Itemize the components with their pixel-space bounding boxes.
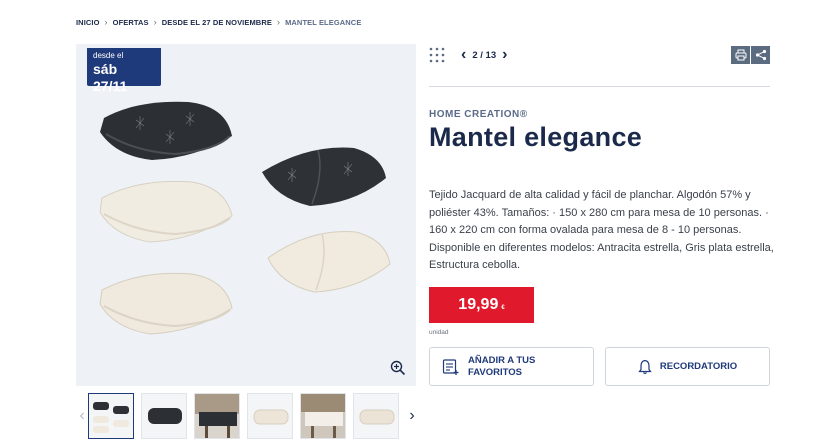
- zoom-in-icon[interactable]: [390, 360, 406, 376]
- breadcrumb-current: MANTEL ELEGANCE: [285, 17, 362, 27]
- product-main-image[interactable]: desde el sáb 27/11: [76, 44, 416, 386]
- price-value: 19,99: [458, 296, 499, 313]
- chevron-left-icon[interactable]: ‹: [76, 407, 88, 425]
- breadcrumb-separator-icon: ›: [104, 17, 108, 27]
- thumbnail-6[interactable]: [353, 393, 399, 439]
- thumbnail-2-image: [142, 394, 186, 438]
- tool-buttons: [731, 46, 770, 64]
- image-pager: ‹ 2 / 13 ›: [461, 47, 507, 63]
- price-box: 19,99 €: [429, 287, 534, 323]
- thumbnail-6-image: [354, 394, 398, 438]
- tablecloth-cream-structure-image: [99, 272, 233, 335]
- thumbnail-strip: ‹ ›: [76, 391, 421, 441]
- chevron-right-icon[interactable]: ›: [502, 47, 507, 63]
- share-button[interactable]: [751, 46, 770, 64]
- product-title: Mantel elegance: [429, 122, 643, 152]
- breadcrumb-separator-icon: ›: [153, 17, 157, 27]
- product-brand: HOME CREATION®: [429, 109, 528, 120]
- tablecloth-cream-folded-image: [99, 180, 233, 243]
- price-currency: €: [501, 305, 505, 311]
- breadcrumb-separator-icon: ›: [276, 17, 281, 27]
- tablecloth-cream-oval-image: [267, 231, 391, 293]
- bell-icon: [638, 359, 652, 374]
- section-divider: [429, 86, 770, 87]
- breadcrumb-item-inicio[interactable]: INICIO: [76, 18, 100, 27]
- thumbnail-1-image: [89, 394, 133, 438]
- thumbnail-4-image: [248, 394, 292, 438]
- tablecloth-dark-small-image: [262, 147, 386, 206]
- breadcrumb-item-ofertas[interactable]: OFERTAS: [113, 18, 149, 27]
- thumbnail-2[interactable]: [141, 393, 187, 439]
- print-button[interactable]: [731, 46, 750, 64]
- thumbnail-5[interactable]: [300, 393, 346, 439]
- price-unit: unidad: [429, 329, 449, 336]
- chevron-right-icon[interactable]: ›: [406, 407, 418, 425]
- product-description: Tejido Jacquard de alta calidad y fácil …: [429, 189, 774, 271]
- thumbnail-1[interactable]: [88, 393, 134, 439]
- print-icon: [735, 49, 746, 61]
- breadcrumb: INICIO › OFERTAS › DESDE EL 27 DE NOVIEM…: [76, 17, 361, 27]
- add-to-favorites-button[interactable]: AÑADIR A TUS FAVORITOS: [429, 347, 594, 386]
- tablecloth-dark-large-image: [100, 101, 232, 160]
- date-badge-date: sáb 27/11: [93, 61, 128, 94]
- chevron-left-icon[interactable]: ‹: [461, 47, 466, 63]
- thumbnail-5-image: [301, 394, 345, 438]
- add-to-favorites-label: AÑADIR A TUS FAVORITOS: [468, 354, 536, 378]
- reminder-button[interactable]: RECORDATORIO: [605, 347, 770, 386]
- gallery-toolbar: ‹ 2 / 13 ›: [429, 44, 770, 66]
- grid-icon[interactable]: [429, 47, 445, 63]
- thumbnail-3-image: [195, 394, 239, 438]
- thumbnail-3[interactable]: [194, 393, 240, 439]
- breadcrumb-item-fecha[interactable]: DESDE EL 27 DE NOVIEMBRE: [162, 18, 272, 27]
- reminder-label: RECORDATORIO: [659, 361, 738, 372]
- image-pager-count: 2 / 13: [472, 49, 497, 61]
- date-badge-prefix: desde el: [93, 51, 124, 60]
- thumbnail-4[interactable]: [247, 393, 293, 439]
- share-icon: [755, 49, 766, 61]
- list-add-icon: [442, 358, 459, 375]
- date-badge: desde el sáb 27/11: [87, 48, 161, 94]
